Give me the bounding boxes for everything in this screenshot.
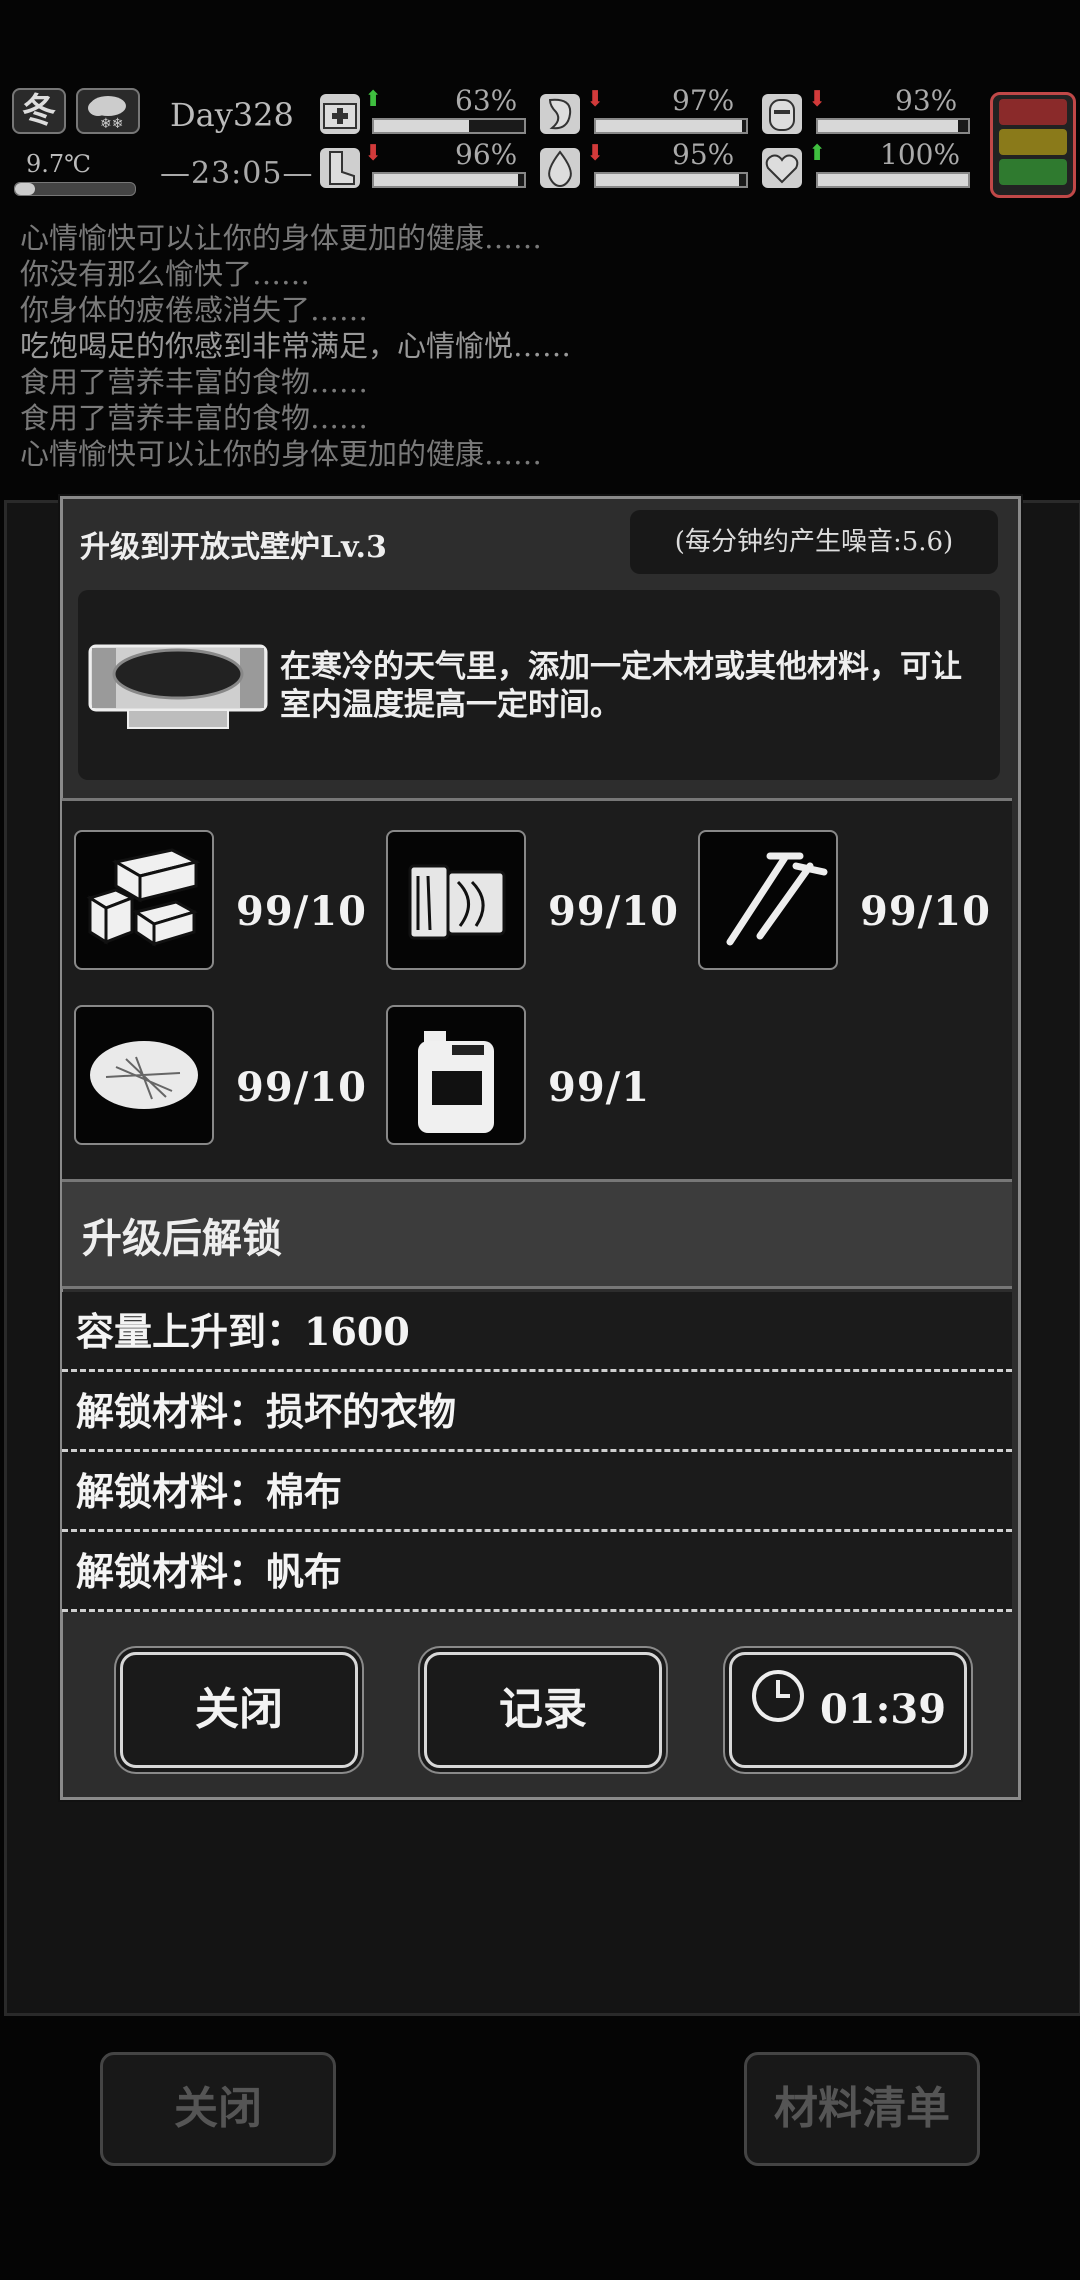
unlock-header-label: 升级后解锁 (82, 1215, 282, 1262)
material-count: 99/1 (548, 1064, 651, 1111)
planks-icon[interactable] (386, 830, 526, 970)
stamina-bar (372, 172, 526, 188)
trend-up-arrow: ⬆ (808, 140, 827, 166)
water-drop-icon (540, 148, 580, 188)
log-line: 食用了营养丰富的食物…… (20, 401, 369, 435)
record-button[interactable]: 记录 (424, 1652, 662, 1768)
fiber-icon[interactable] (74, 1005, 214, 1145)
upgrade-timer-button[interactable]: 01:39 (729, 1652, 967, 1768)
health-bar (372, 118, 526, 134)
material-count: 99/10 (860, 888, 991, 935)
message-log: 心情愉快可以让你的身体更加的健康…… 你没有那么愉快了…… 你身体的疲倦感消失了… (20, 220, 1060, 472)
close-button[interactable]: 关闭 (120, 1652, 358, 1768)
fireplace-icon (88, 638, 268, 730)
log-line: 心情愉快可以让你的身体更加的健康…… (20, 221, 543, 255)
unlock-item: 容量上升到：1600 (62, 1292, 1012, 1372)
trend-up-arrow: ⬆ (364, 86, 383, 112)
log-line: 食用了营养丰富的食物…… (20, 365, 369, 399)
nails-icon[interactable] (698, 830, 838, 970)
trend-down-arrow: ⬇ (808, 86, 827, 112)
materials-list-button[interactable]: 材料清单 (744, 2052, 980, 2166)
clock-icon (750, 1655, 806, 1765)
heart-icon (762, 148, 802, 188)
foot-icon (320, 148, 360, 188)
trend-down-arrow: ⬇ (364, 140, 383, 166)
heart-bar (816, 172, 970, 188)
material-count: 99/10 (236, 888, 367, 935)
hunger-value: 97% (672, 84, 735, 117)
stamina-value: 96% (455, 138, 518, 171)
dialog-title: 升级到开放式壁炉Lv.3 (80, 530, 387, 565)
fuel-can-icon[interactable] (386, 1005, 526, 1145)
unlock-item: 解锁材料：帆布 (62, 1532, 1012, 1612)
material-count: 99/10 (548, 888, 679, 935)
material-count: 99/10 (236, 1064, 367, 1111)
log-line: 吃饱喝足的你感到非常满足，心情愉悦…… (20, 329, 572, 363)
unlock-header: 升级后解锁 (62, 1182, 1012, 1289)
health-value: 63% (455, 84, 518, 117)
trend-down-arrow: ⬇ (586, 140, 605, 166)
thirst-value: 95% (672, 138, 735, 171)
temperature-label: 9.7℃ (26, 150, 92, 178)
hunger-bar (594, 118, 748, 134)
medkit-icon (320, 94, 360, 134)
log-line: 心情愉快可以让你的身体更加的健康…… (20, 437, 543, 471)
game-clock: —23:05— (160, 156, 314, 191)
stomach-icon (540, 94, 580, 134)
timer-value: 01:39 (819, 1686, 947, 1733)
alert-indicator[interactable] (990, 92, 1076, 198)
unlock-item: 解锁材料：损坏的衣物 (62, 1372, 1012, 1452)
mood-icon (762, 94, 802, 134)
noise-badge: (每分钟约产生噪音:5.6) (630, 510, 998, 574)
svg-text:❄❄: ❄❄ (100, 116, 123, 132)
temperature-bar (14, 182, 136, 196)
mood-bar (816, 118, 970, 134)
log-line: 你身体的疲倦感消失了…… (20, 293, 369, 327)
thirst-bar (594, 172, 748, 188)
wood-beams-icon[interactable] (74, 830, 214, 970)
unlock-item: 解锁材料：棉布 (62, 1452, 1012, 1532)
log-line: 你没有那么愉快了…… (20, 257, 311, 291)
weather-snow-icon: ❄❄ (76, 88, 140, 134)
trend-down-arrow: ⬇ (586, 86, 605, 112)
background-close-button[interactable]: 关闭 (100, 2052, 336, 2166)
day-counter: Day328 (170, 96, 294, 134)
unlock-list[interactable]: 容量上升到：1600 解锁材料：损坏的衣物 解锁材料：棉布 解锁材料：帆布 (62, 1292, 1012, 1612)
season-indicator: 冬 (12, 88, 66, 134)
item-description: 在寒冷的天气里，添加一定木材或其他材料，可让室内温度提高一定时间。 (280, 649, 962, 723)
heart-value: 100% (880, 138, 961, 171)
mood-value: 93% (895, 84, 958, 117)
